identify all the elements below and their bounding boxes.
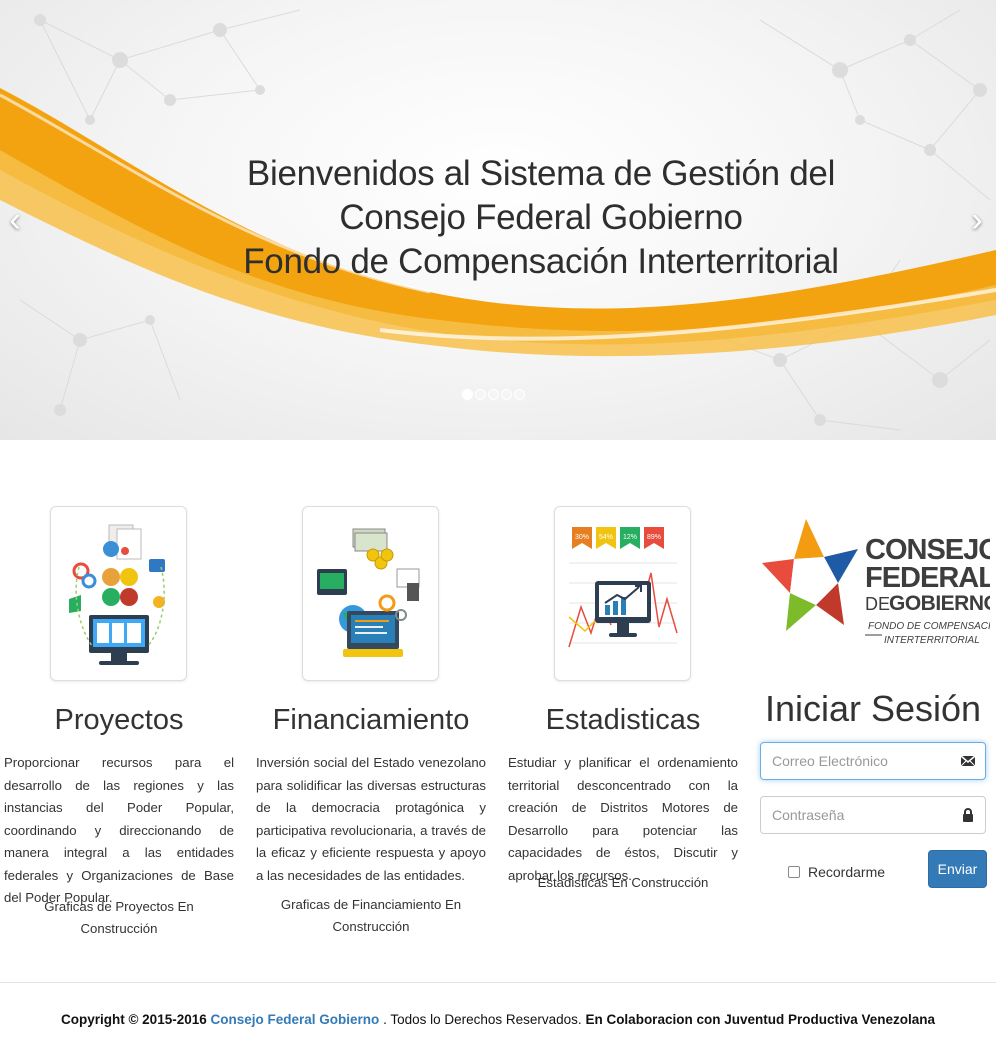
remember-me[interactable]: Recordarme bbox=[788, 862, 885, 882]
footer: Copyright © 2015-2016 Consejo Federal Go… bbox=[0, 1012, 996, 1027]
feature-title: Estadisticas bbox=[545, 704, 701, 736]
consejo-federal-logo: CONSEJO FEDERAL DE GOBIERNO FONDO DE COM… bbox=[758, 513, 996, 648]
submit-button[interactable]: Enviar bbox=[928, 850, 987, 888]
carousel-indicator-3[interactable] bbox=[488, 389, 499, 400]
feature-description: Proporcionar recursos para el desarrollo… bbox=[4, 755, 234, 905]
remember-checkbox[interactable] bbox=[788, 866, 800, 878]
statistics-illustration-icon: 30% 54% 12% 89% bbox=[554, 506, 691, 681]
carousel-prev-button[interactable]: ‹ bbox=[0, 200, 30, 240]
stat-badge-3: 12% bbox=[623, 534, 637, 541]
feature-note: Graficas de Proyectos En Construcción bbox=[44, 899, 194, 936]
footer-org-link[interactable]: Consejo Federal Gobierno bbox=[211, 1012, 380, 1027]
hero-carousel: Bienvenidos al Sistema de Gestión del Co… bbox=[0, 0, 996, 440]
carousel-next-button[interactable]: › bbox=[962, 200, 992, 240]
logo-tagline-2: INTERTERRITORIAL bbox=[884, 635, 980, 646]
carousel-indicator-2[interactable] bbox=[475, 389, 486, 400]
chevron-right-icon: › bbox=[971, 201, 983, 239]
footer-divider bbox=[0, 982, 996, 983]
carousel-indicator-1[interactable] bbox=[462, 389, 473, 400]
projects-illustration-icon bbox=[50, 506, 187, 681]
logo-line-3-main: GOBIERNO bbox=[889, 592, 990, 615]
login-title: Iniciar Sesión bbox=[764, 688, 982, 729]
footer-rights: . Todos lo Derechos Reservados. bbox=[383, 1012, 582, 1027]
logo-line-3-prefix: DE bbox=[865, 594, 890, 614]
lock-icon bbox=[963, 808, 973, 822]
stat-badge-1: 30% bbox=[575, 534, 589, 541]
remember-label: Recordarme bbox=[808, 864, 886, 880]
hero-title-line-1: Bienvenidos al Sistema de Gestión del bbox=[246, 154, 836, 193]
email-input[interactable] bbox=[761, 743, 951, 779]
feature-title: Financiamiento bbox=[272, 704, 470, 736]
carousel-indicator-4[interactable] bbox=[501, 389, 512, 400]
carousel-indicator-5[interactable] bbox=[514, 389, 525, 400]
hero-title: Bienvenidos al Sistema de Gestión del Co… bbox=[0, 152, 996, 284]
logo-line-2: FEDERAL bbox=[865, 562, 990, 594]
feature-description: Inversión social del Estado venezolano p… bbox=[256, 755, 486, 883]
footer-copyright: Copyright © 2015-2016 bbox=[60, 1012, 207, 1027]
hero-title-line-3: Fondo de Compensación Interterritorial bbox=[243, 242, 839, 281]
password-field[interactable] bbox=[760, 796, 986, 834]
email-field[interactable] bbox=[760, 742, 986, 780]
carousel-indicators bbox=[462, 389, 525, 401]
password-input[interactable] bbox=[761, 797, 951, 833]
hero-title-line-2: Consejo Federal Gobierno bbox=[339, 198, 743, 237]
feature-note: Graficas de Financiamiento En Construcci… bbox=[280, 897, 462, 934]
feature-note: Estadisticas En Construcción bbox=[537, 875, 709, 890]
stat-badge-2: 54% bbox=[599, 534, 613, 541]
logo-tagline-1: FONDO DE COMPENSACIÓN bbox=[868, 619, 990, 632]
stat-badge-4: 89% bbox=[647, 534, 661, 541]
feature-title: Proyectos bbox=[54, 704, 184, 736]
feature-description: Estudiar y planificar el ordenamiento te… bbox=[508, 755, 738, 883]
footer-collab: En Colaboracion con Juventud Productiva … bbox=[585, 1012, 936, 1027]
financing-illustration-icon bbox=[302, 506, 439, 681]
envelope-icon bbox=[960, 755, 976, 767]
chevron-left-icon: ‹ bbox=[9, 201, 21, 239]
star-emblem-icon bbox=[762, 519, 858, 631]
